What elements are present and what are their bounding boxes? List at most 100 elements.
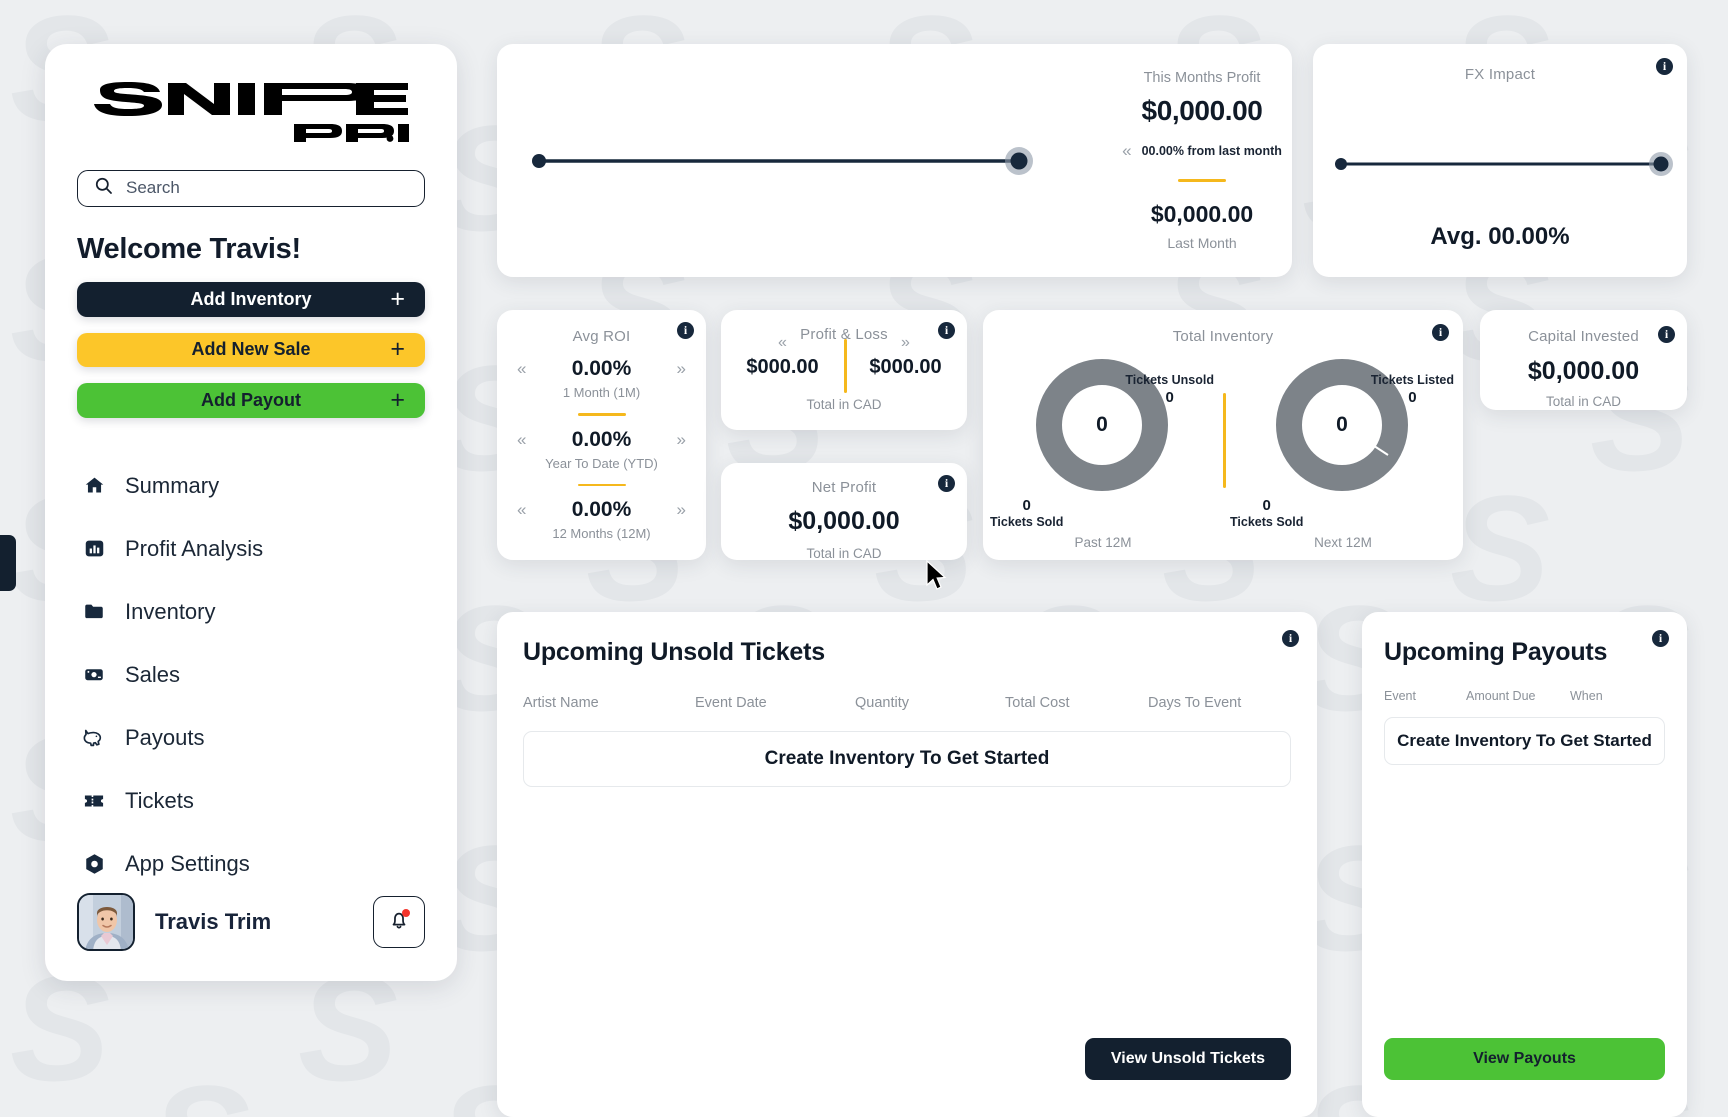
welcome-heading: Welcome Travis! <box>77 232 301 265</box>
roi-label: Year To Date (YTD) <box>545 455 658 471</box>
divider <box>577 483 626 486</box>
inventory-donuts: 0 Tickets Unsold 0 0 Tickets Sold 0 Tick… <box>983 351 1463 531</box>
info-icon[interactable]: i <box>1656 58 1673 75</box>
roi-value: 0.00% <box>571 357 632 380</box>
info-icon[interactable]: i <box>677 322 694 339</box>
tickets-listed-value: 0 <box>1408 389 1417 406</box>
column-total-cost: Total Cost <box>1005 695 1070 711</box>
search-input[interactable] <box>126 178 408 199</box>
chevron-double-right-icon[interactable]: » <box>901 334 910 352</box>
sidebar-item-app-settings[interactable]: App Settings <box>77 834 425 893</box>
chevron-double-left-icon[interactable]: « <box>778 334 787 352</box>
sidebar-item-label: App Settings <box>125 850 250 876</box>
sidebar-item-tickets[interactable]: Tickets <box>77 771 425 830</box>
payouts-table-header: Event Amount Due When <box>1384 689 1665 703</box>
sidebar-item-label: Tickets <box>125 787 194 813</box>
past-12m-label: Past 12M <box>1074 535 1132 550</box>
app-logo[interactable] <box>77 74 425 144</box>
add-new-sale-button[interactable]: Add New Sale + <box>77 332 425 368</box>
last-month-amount: $0,000.00 <box>1150 200 1254 227</box>
capital-sub-label: Total in CAD <box>1545 394 1622 409</box>
search-icon <box>94 176 113 200</box>
roi-value: 0.00% <box>571 427 632 451</box>
notification-dot <box>402 909 410 917</box>
panel-title: Upcoming Unsold Tickets <box>523 638 825 666</box>
capital-invested-card: i Capital Invested $0,000.00 Total in CA… <box>1480 310 1687 410</box>
avatar[interactable] <box>77 893 135 951</box>
column-event-date: Event Date <box>695 695 767 711</box>
tickets-empty-state[interactable]: Create Inventory To Get Started <box>523 731 1291 787</box>
roi-row-1m: « » 0.00% 1 Month (1M) <box>497 357 706 400</box>
sidebar-item-label: Sales <box>125 661 181 687</box>
add-inventory-button[interactable]: Add Inventory + <box>77 281 425 317</box>
sidebar-item-profit-analysis[interactable]: Profit Analysis <box>77 519 425 578</box>
add-payout-button[interactable]: Add Payout + <box>77 383 425 418</box>
search-box[interactable] <box>77 170 425 207</box>
info-icon[interactable]: i <box>938 475 955 492</box>
sidebar: Welcome Travis! Add Inventory + Add New … <box>45 44 457 981</box>
sidebar-collapse-tab[interactable] <box>0 535 16 591</box>
info-icon[interactable]: i <box>1432 324 1449 341</box>
view-unsold-tickets-button[interactable]: View Unsold Tickets <box>1084 1038 1291 1080</box>
info-icon[interactable]: i <box>1658 326 1675 343</box>
inventory-footer-labels: Past 12M Next 12M <box>983 535 1463 550</box>
tickets-listed-label-group: Tickets Listed 0 <box>1371 373 1454 406</box>
roi-row-12m: « » 0.00% 12 Months (12M) <box>497 498 706 541</box>
pl-left-value: $000.00 <box>746 356 819 378</box>
ticket-icon <box>81 791 107 811</box>
divider <box>1223 393 1226 488</box>
tickets-sold-value: 0 <box>1262 497 1271 514</box>
net-profit-total-label: Total in CAD <box>806 546 882 561</box>
chevron-double-left-icon[interactable]: « <box>517 430 526 450</box>
plus-icon: + <box>390 335 405 364</box>
payouts-empty-state[interactable]: Create Inventory To Get Started <box>1384 717 1665 765</box>
capital-value: $0,000.00 <box>1527 357 1640 385</box>
this-months-profit-card: This Months Profit $0,000.00 « 00.00% fr… <box>497 44 1292 277</box>
fx-card-title: FX Impact <box>1464 66 1536 83</box>
divider <box>1178 179 1226 182</box>
tickets-sold-label: Tickets Sold <box>990 515 1064 529</box>
profit-amount: $0,000.00 <box>1141 95 1263 126</box>
sidebar-item-label: Summary <box>125 472 220 498</box>
roi-row-ytd: « » 0.00% Year To Date (YTD) <box>497 428 706 471</box>
chevron-double-left-icon[interactable]: « <box>517 500 526 520</box>
sidebar-item-label: Profit Analysis <box>125 535 264 561</box>
roi-label: 12 Months (12M) <box>552 526 651 541</box>
info-icon[interactable]: i <box>1652 630 1669 647</box>
sidebar-item-summary[interactable]: Summary <box>77 456 425 515</box>
profile-row[interactable]: Travis Trim <box>77 893 425 951</box>
tickets-unsold-label-group: Tickets Unsold 0 <box>1125 373 1214 406</box>
view-payouts-button[interactable]: View Payouts <box>1384 1038 1665 1080</box>
roi-value: 0.00% <box>571 498 632 521</box>
chevron-double-left-icon[interactable]: « <box>517 359 526 379</box>
profit-delta: « 00.00% from last month <box>1122 142 1282 159</box>
next-12m-label: Next 12M <box>1314 535 1372 550</box>
tickets-sold-label-group: 0 Tickets Sold <box>1230 497 1303 529</box>
info-icon[interactable]: i <box>1282 630 1299 647</box>
chevron-double-right-icon[interactable]: » <box>677 430 686 450</box>
add-new-sale-label: Add New Sale <box>191 339 311 360</box>
donut-next-12m: 0 Tickets Listed 0 0 Tickets Sold <box>1230 351 1454 531</box>
money-note-icon <box>81 664 107 685</box>
bar-chart-icon <box>81 538 107 559</box>
add-inventory-label: Add Inventory <box>190 288 312 309</box>
info-icon[interactable]: i <box>938 322 955 339</box>
tickets-table-header: Artist Name Event Date Quantity Total Co… <box>523 695 1291 711</box>
column-quantity: Quantity <box>855 695 909 711</box>
notifications-button[interactable] <box>373 896 425 948</box>
column-amount-due: Amount Due <box>1466 689 1536 703</box>
chevron-double-right-icon[interactable]: » <box>677 359 686 379</box>
sidebar-item-sales[interactable]: Sales <box>77 645 425 704</box>
chevron-double-right-icon[interactable]: » <box>677 500 686 520</box>
sidebar-item-payouts[interactable]: Payouts <box>77 708 425 767</box>
sidebar-nav: Summary Profit Analysis Inventory Sales … <box>77 456 425 893</box>
column-artist-name: Artist Name <box>523 695 599 711</box>
fx-sparkline-chart <box>1313 139 1687 189</box>
gear-icon <box>81 853 107 875</box>
last-month-label: Last Month <box>1167 234 1237 251</box>
mouse-cursor <box>925 559 949 597</box>
roi-card-title: Avg ROI <box>572 328 631 345</box>
chevron-double-left-icon: « <box>1122 141 1132 160</box>
total-inventory-card: i Total Inventory 0 Tickets Unsold 0 0 T… <box>983 310 1463 560</box>
sidebar-item-inventory[interactable]: Inventory <box>77 582 425 641</box>
